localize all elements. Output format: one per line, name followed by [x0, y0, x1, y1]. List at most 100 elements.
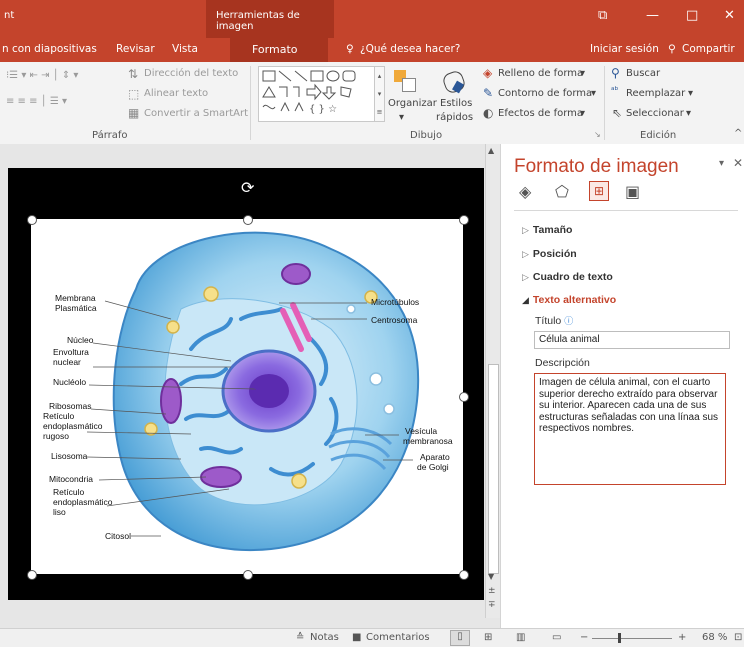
replace-dropdown[interactable]: ▾: [688, 88, 693, 99]
alt-description-textarea[interactable]: Imagen de célula animal, con el cuarto s…: [534, 373, 726, 485]
text-direction-button[interactable]: Dirección del texto: [144, 68, 238, 79]
expanded-triangle-icon: ◢: [522, 295, 529, 305]
resize-handle-right[interactable]: [459, 392, 469, 402]
quick-styles-label-2[interactable]: rápidos: [436, 112, 473, 123]
zoom-out-icon[interactable]: −: [580, 632, 588, 643]
scroll-thumb[interactable]: [488, 364, 499, 574]
select-button[interactable]: Seleccionar: [626, 108, 684, 119]
pane-options-dropdown[interactable]: ▾: [719, 158, 724, 169]
select-dropdown[interactable]: ▾: [686, 108, 691, 119]
section-size[interactable]: ▷ Tamaño: [522, 224, 572, 236]
share-icon: ⚲: [668, 43, 676, 55]
resize-handle-tl[interactable]: [27, 215, 37, 225]
group-divider: [604, 66, 605, 140]
effects-icon[interactable]: ⬠: [555, 182, 569, 201]
reading-view-icon[interactable]: ▥: [516, 632, 525, 643]
shapes-gallery-scroll[interactable]: ▴ ▾ ≡: [374, 66, 385, 122]
next-slide-icon[interactable]: ∓: [488, 600, 496, 610]
quick-styles-label-1[interactable]: Estilos: [440, 98, 472, 109]
rotate-handle-icon[interactable]: ⟳: [241, 178, 254, 197]
arrange-dropdown-icon[interactable]: ▾: [399, 112, 404, 123]
label-citosol: Citosol: [105, 531, 131, 541]
select-cursor-icon: ⇖: [612, 106, 623, 120]
tab-format[interactable]: Formato: [230, 38, 328, 62]
app-title: nt: [4, 10, 15, 21]
tell-me-search[interactable]: ¿Qué desea hacer?: [360, 43, 460, 55]
section-position[interactable]: ▷ Posición: [522, 248, 577, 260]
drawing-dialog-launcher[interactable]: ↘: [594, 130, 601, 139]
minimize-button[interactable]: —: [646, 8, 659, 23]
fill-line-icon[interactable]: ◈: [519, 182, 531, 201]
zoom-in-icon[interactable]: +: [678, 632, 686, 643]
size-properties-icon[interactable]: ⊞: [589, 181, 609, 201]
zoom-slider-thumb[interactable]: [618, 633, 621, 643]
label-golgi: Aparato de Golgi: [417, 452, 450, 472]
shape-effects-dropdown[interactable]: ▾: [580, 108, 585, 119]
align-icons[interactable]: ≡ ≡ ≡ │ ☰ ▾: [6, 96, 67, 107]
section-textbox[interactable]: ▷ Cuadro de texto: [522, 271, 613, 283]
prev-slide-icon[interactable]: ±: [488, 586, 496, 596]
share-button[interactable]: Compartir: [682, 43, 735, 55]
cell-diagram: Membrana Plasmática Núcleo Envoltura nucle…: [43, 231, 453, 551]
slide-sorter-icon[interactable]: ⊞: [484, 632, 492, 643]
scroll-down-icon[interactable]: ▼: [488, 572, 494, 581]
resize-handle-bottom[interactable]: [243, 570, 253, 580]
section-alt-text[interactable]: ◢ Texto alternativo: [522, 294, 616, 306]
shape-effects-button[interactable]: Efectos de forma: [498, 108, 583, 119]
shape-fill-button[interactable]: Relleno de forma: [498, 68, 583, 79]
text-direction-icon: ⇅: [128, 67, 139, 81]
shape-fill-dropdown[interactable]: ▾: [580, 68, 585, 79]
alt-title-label: Título ⓘ: [535, 315, 574, 327]
label-rer: Retículo endoplasmático rugoso: [43, 411, 103, 441]
slideshow-icon[interactable]: ▭: [552, 632, 561, 643]
arrange-button[interactable]: Organizar: [388, 98, 437, 109]
alt-title-input[interactable]: Célula animal: [534, 331, 730, 349]
replace-button[interactable]: Reemplazar: [626, 88, 685, 99]
comments-icon: ■: [352, 632, 362, 643]
resize-handle-top[interactable]: [243, 215, 253, 225]
label-centrosoma: Centrosoma: [371, 315, 418, 325]
convert-smartart-button[interactable]: Convertir a SmartArt: [144, 108, 248, 119]
collapse-ribbon-icon[interactable]: ^: [734, 128, 742, 139]
tab-review[interactable]: Revisar: [116, 43, 155, 55]
picture-icon[interactable]: ▣: [625, 182, 640, 201]
fit-slide-icon[interactable]: ⊡: [734, 632, 742, 643]
bullets-icon[interactable]: ⁝☰ ▾ ⇤ ⇥ │ ⇕ ▾: [6, 70, 78, 81]
info-icon[interactable]: ⓘ: [564, 316, 573, 326]
shapes-gallery[interactable]: { } ☆: [258, 66, 376, 122]
title-bar: nt Herramientas de imagen ⧉ — □ ✕: [0, 0, 744, 38]
scroll-up-icon[interactable]: ▲: [488, 146, 494, 155]
label-ribosomas: Ribosomas: [49, 401, 92, 411]
label-mitocondria: Mitocondria: [49, 474, 93, 484]
editing-group-label: Edición: [640, 130, 677, 141]
group-divider: [250, 66, 251, 140]
maximize-button[interactable]: □: [686, 8, 698, 23]
zoom-level[interactable]: 68 %: [702, 632, 727, 643]
pane-title: Formato de imagen: [514, 156, 679, 177]
cell-image[interactable]: Membrana Plasmática Núcleo Envoltura nucle…: [31, 219, 463, 574]
zoom-slider[interactable]: [592, 638, 672, 639]
comments-button[interactable]: Comentarios: [366, 632, 430, 643]
align-text-button[interactable]: Alinear texto: [144, 88, 208, 99]
notes-button[interactable]: Notas: [310, 632, 339, 643]
find-button[interactable]: Buscar: [626, 68, 660, 79]
signin-link[interactable]: Iniciar sesión: [590, 43, 659, 55]
ribbon-display-icon[interactable]: ⧉: [598, 8, 607, 23]
label-envoltura: Envoltura nuclear: [53, 347, 89, 367]
tab-view[interactable]: Vista: [172, 43, 198, 55]
resize-handle-bl[interactable]: [27, 570, 37, 580]
label-lisosoma: Lisosoma: [51, 451, 88, 461]
resize-handle-tr[interactable]: [459, 215, 469, 225]
normal-view-icon[interactable]: ▯: [450, 630, 470, 646]
close-button[interactable]: ✕: [724, 8, 735, 23]
collapsed-triangle-icon: ▷: [522, 249, 529, 259]
shape-outline-button[interactable]: Contorno de forma: [498, 88, 592, 99]
align-text-icon: ⬚: [128, 87, 140, 101]
lightbulb-icon: ♀: [346, 43, 354, 55]
shape-outline-dropdown[interactable]: ▾: [591, 88, 596, 99]
pane-close-icon[interactable]: ✕: [733, 156, 743, 170]
resize-handle-br[interactable]: [459, 570, 469, 580]
shape-fill-icon: ◈: [483, 66, 493, 80]
vertical-scrollbar[interactable]: ▲ ▼ ± ∓: [485, 144, 500, 618]
tab-slideshow[interactable]: n con diapositivas: [2, 43, 97, 55]
